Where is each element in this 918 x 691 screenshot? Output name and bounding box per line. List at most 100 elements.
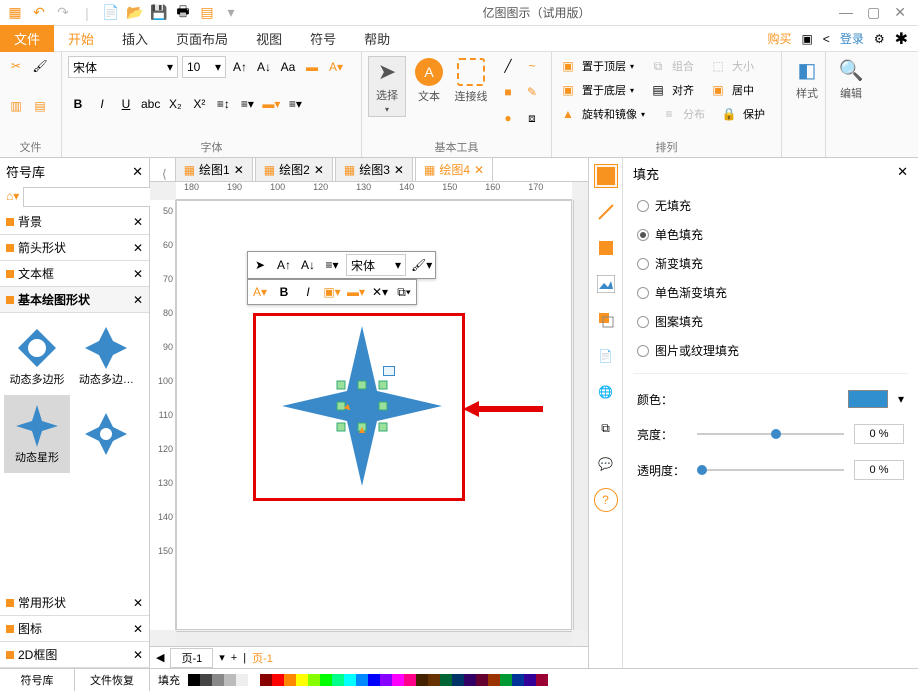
- cat-common[interactable]: 常用形状✕: [0, 590, 149, 616]
- trans-value[interactable]: 0 %: [854, 460, 904, 480]
- scrollbar-v[interactable]: [573, 200, 588, 630]
- tab-layout[interactable]: 页面布局: [162, 25, 242, 52]
- edraw-icon[interactable]: ✱: [895, 29, 908, 49]
- shape-polygon[interactable]: 动态多边形: [4, 317, 70, 395]
- fill-pattern[interactable]: 图案填充: [633, 307, 908, 336]
- line-tool-icon[interactable]: ╱: [498, 56, 518, 76]
- paste-icon[interactable]: ▥: [6, 96, 26, 116]
- share1-icon[interactable]: ▣: [801, 32, 812, 46]
- rect-tool-icon[interactable]: ■: [498, 82, 518, 102]
- share2-icon[interactable]: <: [823, 32, 830, 46]
- shrink-font-icon[interactable]: A↓: [254, 57, 274, 77]
- dist-btn[interactable]: 分布: [683, 106, 705, 122]
- linespace-icon[interactable]: ≡↕: [213, 94, 233, 114]
- fontbg-icon[interactable]: ▬▾: [261, 94, 281, 114]
- rp-page-icon[interactable]: 📄: [594, 344, 618, 368]
- send-back[interactable]: 置于底层: [582, 82, 626, 98]
- shape-star2[interactable]: [73, 395, 139, 473]
- rp-layer-icon[interactable]: [594, 308, 618, 332]
- tab-view[interactable]: 视图: [242, 25, 296, 52]
- curve-tool-icon[interactable]: ~: [522, 56, 542, 76]
- qat-more-icon[interactable]: ▾: [222, 4, 240, 22]
- redo-icon[interactable]: ↷: [54, 4, 72, 22]
- case-icon[interactable]: Aa: [278, 57, 298, 77]
- brush-icon[interactable]: 🖌: [30, 56, 50, 76]
- rp-image-icon[interactable]: [594, 272, 618, 296]
- maximize-icon[interactable]: ▢: [867, 4, 880, 21]
- cat-icon[interactable]: 图标✕: [0, 616, 149, 642]
- new-icon[interactable]: 📄: [102, 4, 120, 22]
- rp-help-icon[interactable]: ?: [594, 488, 618, 512]
- shape-star[interactable]: 动态星形: [4, 395, 70, 473]
- page-add-icon[interactable]: +: [231, 652, 237, 664]
- sub-button[interactable]: X₂: [165, 94, 185, 114]
- bring-front[interactable]: 置于顶层: [582, 58, 626, 74]
- close-icon[interactable]: ✕: [894, 4, 906, 21]
- select-tool[interactable]: ➤ 选择▾: [368, 56, 406, 117]
- group-icon[interactable]: ⧉: [648, 56, 668, 76]
- lock-icon[interactable]: 🔒: [719, 104, 739, 124]
- canvas-page[interactable]: ➤A↑A↓≡▾ 宋体▾ 🖌▾ A▾BI ▣▾▬▾✕▾⧉▾: [176, 200, 572, 630]
- cat-basic[interactable]: 基本绘图形状✕: [0, 287, 149, 313]
- fill-close-icon[interactable]: ✕: [897, 164, 908, 183]
- center-btn[interactable]: 居中: [732, 82, 754, 98]
- style-button[interactable]: ◧样式: [788, 56, 826, 103]
- gear-icon[interactable]: ⚙: [874, 32, 885, 46]
- sup-button[interactable]: X²: [189, 94, 209, 114]
- font-select[interactable]: 宋体▾: [68, 56, 178, 78]
- tab-nav-left-icon[interactable]: ⟨: [156, 167, 173, 181]
- rp-link-icon[interactable]: 🌐: [594, 380, 618, 404]
- page-tab[interactable]: 页-1: [170, 648, 213, 668]
- protect-btn[interactable]: 保护: [743, 106, 765, 122]
- rotate-icon[interactable]: ▲: [558, 104, 578, 124]
- rp-action-icon[interactable]: ⧉: [594, 416, 618, 440]
- buy-link[interactable]: 购买: [767, 30, 791, 47]
- fill-gradient[interactable]: 渐变填充: [633, 249, 908, 278]
- pen-tool-icon[interactable]: ✎: [522, 82, 542, 102]
- bold-button[interactable]: B: [68, 94, 88, 114]
- scrollbar-h[interactable]: [176, 631, 572, 646]
- fill-solid[interactable]: 单色填充: [633, 220, 908, 249]
- trans-slider[interactable]: [697, 469, 844, 471]
- bright-value[interactable]: 0 %: [854, 424, 904, 444]
- page-menu-icon[interactable]: ▾: [219, 651, 225, 664]
- doc-tab-4[interactable]: ▦绘图4✕: [415, 157, 493, 181]
- rp-line-icon[interactable]: [594, 200, 618, 224]
- rp-shadow-icon[interactable]: [594, 236, 618, 260]
- open-icon[interactable]: 📂: [126, 4, 144, 22]
- dist-icon[interactable]: ≡: [659, 104, 679, 124]
- page-prev-icon[interactable]: ◀: [156, 651, 164, 664]
- bright-slider[interactable]: [697, 433, 844, 435]
- float-toolbar-1[interactable]: ➤A↑A↓≡▾ 宋体▾ 🖌▾: [247, 251, 436, 279]
- rp-comment-icon[interactable]: 💬: [594, 452, 618, 476]
- color-picker[interactable]: [848, 390, 888, 408]
- cat-bg[interactable]: 背景✕: [0, 209, 149, 235]
- doc-tab-2[interactable]: ▦绘图2✕: [255, 157, 333, 181]
- bullets-icon[interactable]: ≡▾: [237, 94, 257, 114]
- tab-insert[interactable]: 插入: [108, 25, 162, 52]
- group-btn[interactable]: 组合: [672, 58, 694, 74]
- print-icon[interactable]: 🖶: [174, 4, 192, 22]
- cat-2d[interactable]: 2D框图✕: [0, 642, 149, 668]
- copy-icon[interactable]: ▤: [30, 96, 50, 116]
- italic-button[interactable]: I: [92, 94, 112, 114]
- sidebar-close-icon[interactable]: ✕: [132, 164, 143, 180]
- text-handle[interactable]: [383, 366, 395, 376]
- home-icon[interactable]: ⌂▾: [4, 187, 21, 207]
- minimize-icon[interactable]: ―: [839, 4, 853, 21]
- align-btn[interactable]: 对齐: [672, 82, 694, 98]
- edit-button[interactable]: 🔍编辑: [832, 56, 870, 103]
- color-palette[interactable]: [188, 674, 548, 686]
- cat-arrow[interactable]: 箭头形状✕: [0, 235, 149, 261]
- status-symlib[interactable]: 符号库: [0, 669, 75, 691]
- format-painter-icon[interactable]: ✂: [6, 56, 26, 76]
- ellipse-tool-icon[interactable]: ●: [498, 108, 518, 128]
- text-tool[interactable]: A 文本: [410, 56, 448, 106]
- tab-start[interactable]: 开始: [54, 25, 108, 52]
- front-icon[interactable]: ▣: [558, 56, 578, 76]
- align-text-icon[interactable]: ≡▾: [285, 94, 305, 114]
- crop-tool-icon[interactable]: ⧈: [522, 108, 542, 128]
- doc-tab-1[interactable]: ▦绘图1✕: [175, 157, 253, 181]
- fill-texture[interactable]: 图片或纹理填充: [633, 336, 908, 365]
- shape-poly2[interactable]: 动态多边…: [73, 317, 139, 395]
